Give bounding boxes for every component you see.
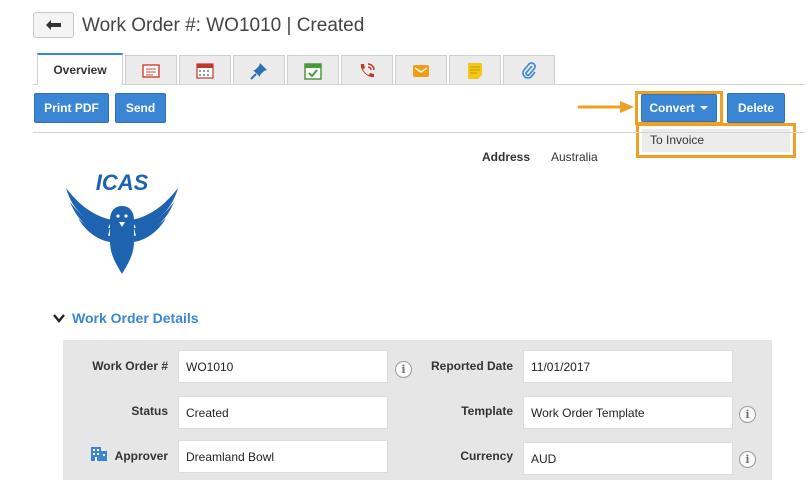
task-icon: [304, 62, 322, 80]
tabs-divider: [33, 84, 805, 85]
details-icon: [142, 63, 160, 78]
reported-date-label: Reported Date: [430, 359, 513, 373]
info-icon[interactable]: i: [739, 406, 756, 423]
section-header[interactable]: Work Order Details: [53, 310, 199, 326]
print-pdf-button[interactable]: Print PDF: [34, 93, 109, 123]
send-button-label: Send: [125, 101, 156, 115]
address-value: Australia: [551, 150, 598, 164]
attachment-icon: [522, 61, 536, 79]
page-title: Work Order #: WO1010 | Created: [82, 15, 365, 36]
section-title: Work Order Details: [72, 310, 199, 326]
tab-email[interactable]: [395, 55, 447, 85]
tab-task[interactable]: [287, 55, 339, 85]
reported-date-field[interactable]: 11/01/2017: [523, 350, 733, 383]
status-label: Status: [131, 404, 168, 418]
convert-button-label: Convert: [649, 101, 695, 115]
tab-pin[interactable]: [233, 55, 285, 85]
email-icon: [413, 64, 429, 77]
template-field[interactable]: Work Order Template: [523, 396, 733, 429]
approver-field[interactable]: Dreamland Bowl: [178, 440, 388, 473]
caret-down-icon: [699, 106, 708, 110]
work-order-number-label: Work Order #: [92, 359, 168, 373]
work-order-number-field[interactable]: WO1010: [178, 350, 388, 383]
note-icon: [468, 62, 482, 79]
work-order-details-panel: Work Order # WO1010 i Reported Date 11/0…: [63, 340, 772, 480]
currency-field[interactable]: AUD: [523, 442, 733, 475]
chevron-down-icon: [53, 314, 65, 323]
building-icon: [91, 447, 107, 461]
template-label: Template: [461, 404, 513, 418]
convert-dropdown-menu: To Invoice: [636, 123, 796, 158]
logo-text: ICAS: [96, 170, 149, 195]
back-button[interactable]: [33, 12, 74, 38]
back-arrow-icon: [45, 20, 61, 30]
tab-calendar[interactable]: [179, 55, 231, 85]
delete-button[interactable]: Delete: [727, 93, 785, 123]
status-field[interactable]: Created: [178, 396, 388, 429]
calendar-icon: [196, 62, 214, 79]
currency-label: Currency: [460, 449, 513, 463]
toolbar-divider: [33, 132, 805, 133]
tab-attachment[interactable]: [503, 55, 555, 85]
tab-details[interactable]: [125, 55, 177, 85]
tab-overview[interactable]: Overview: [37, 53, 123, 85]
tab-call[interactable]: [341, 55, 393, 85]
approver-label: Approver: [114, 449, 168, 463]
convert-button[interactable]: Convert: [641, 94, 717, 122]
highlight-arrow-icon: [578, 101, 634, 113]
pin-icon: [250, 62, 267, 80]
send-button[interactable]: Send: [115, 93, 166, 123]
info-icon[interactable]: i: [395, 361, 412, 378]
tab-bar: Overview: [37, 53, 557, 85]
tab-note[interactable]: [449, 55, 501, 85]
info-icon[interactable]: i: [739, 451, 756, 468]
company-logo: ICAS: [66, 170, 178, 274]
address-label: Address: [482, 150, 531, 164]
call-icon: [360, 62, 375, 77]
